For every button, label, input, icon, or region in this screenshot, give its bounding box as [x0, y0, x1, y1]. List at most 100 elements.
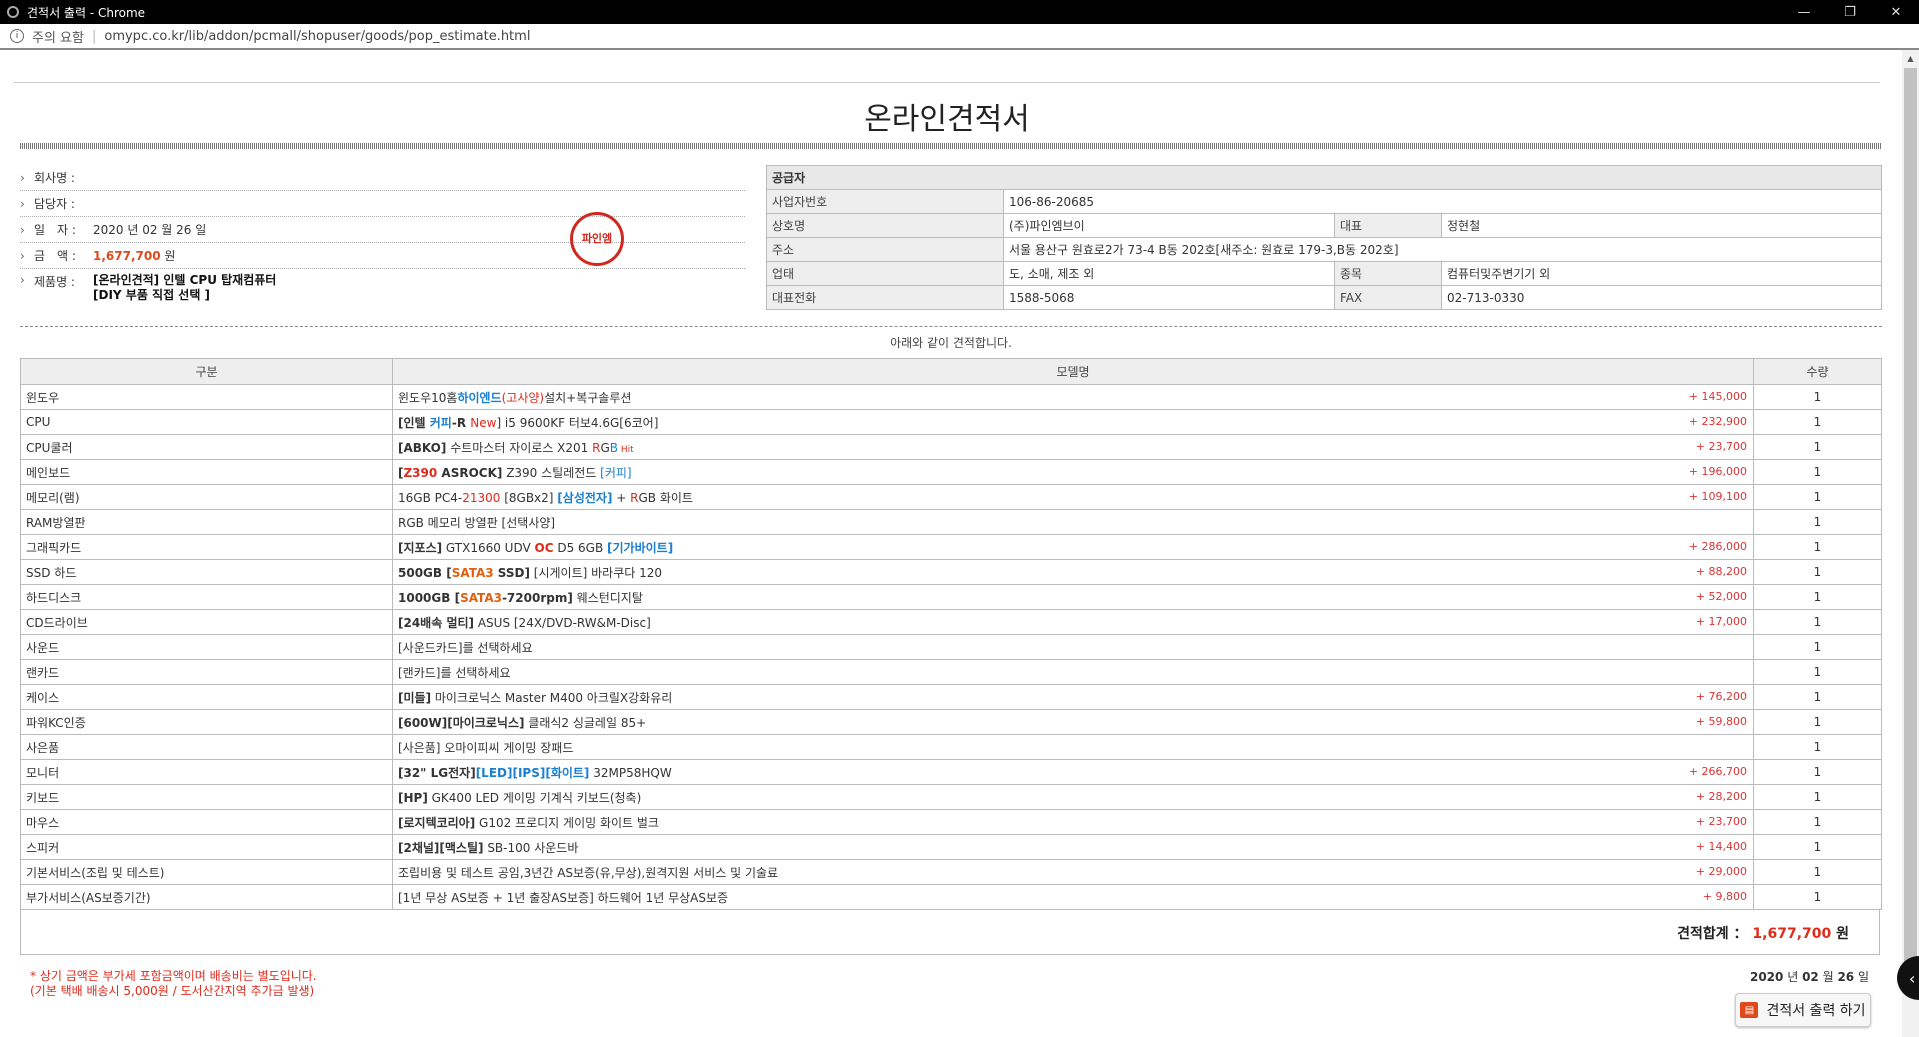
scroll-up-icon[interactable]: ▲ [1902, 50, 1919, 67]
product-label: 제품명 : [34, 275, 75, 289]
chevron-right-icon: › [20, 222, 25, 237]
item-category: 그래픽카드 [20, 534, 393, 560]
item-qty: 1 [1753, 759, 1882, 785]
item-qty: 1 [1753, 634, 1882, 660]
table-row: CPU쿨러 [ABKO] 수트마스터 자이로스 X201 RGB Hit + 23… [20, 434, 1882, 460]
estimate-total: 견적합계 ： 1,677,700 원 [1677, 923, 1849, 943]
supplier-table: 공급자 사업자번호 106-86-20685 상호명 (주)파인엠브이 대표 정… [766, 165, 1882, 310]
item-category: CPU [20, 409, 393, 435]
amount-label: 금 액 : [34, 249, 76, 263]
table-row: CD드라이브 [24배속 멀티] ASUS [24X/DVD-RW&M-Disc… [20, 609, 1882, 635]
item-price: + 59,800 [1695, 715, 1747, 728]
table-row: 그래픽카드 [지포스] GTX1660 UDV OC D5 6GB [기가바이트… [20, 534, 1882, 560]
product-row: › 제품명 : [온라인견적] 인텔 CPU 탑재컴퓨터 [DIY 부품 직접 선… [20, 269, 745, 311]
manager-label: 담당자 : [34, 197, 75, 211]
item-model: RGB 메모리 방열판 [선택사양] [392, 509, 1754, 535]
amount-row: › 금 액 : 1,677,700 원 [20, 243, 745, 269]
item-qty: 1 [1753, 384, 1882, 410]
notice-text: * 상기 금액은 부가세 포함금액이며 배송비는 별도입니다. (기본 택배 배… [30, 969, 317, 999]
item-price: + 232,900 [1688, 415, 1747, 428]
item-price: + 9,800 [1702, 890, 1747, 903]
name-label: 상호명 [766, 213, 1004, 238]
url-text[interactable]: omypc.co.kr/lib/addon/pcmall/shopuser/go… [104, 29, 530, 44]
item-qty: 1 [1753, 609, 1882, 635]
item-model: 16GB PC4-21300 [8GBx2] [삼성전자] + RGB 화이트 +… [392, 484, 1754, 510]
table-row: 사은품 [사은품] 오마이피씨 게이밍 장패드 1 [20, 734, 1882, 760]
item-category: 메인보드 [20, 459, 393, 485]
address-value: 서울 용산구 원효로2가 73-4 B동 202호[새주소: 원효로 179-3… [1003, 237, 1882, 262]
print-button-label: 견적서 출력 하기 [1766, 1003, 1866, 1019]
section-divider [20, 326, 1882, 327]
item-qty: 1 [1753, 434, 1882, 460]
item-category: 키보드 [20, 784, 393, 810]
ceo-label: 대표 [1334, 213, 1442, 238]
chevron-right-icon: › [20, 170, 25, 185]
item-category: SSD 하드 [20, 559, 393, 585]
item-qty: 1 [1753, 709, 1882, 735]
item-category: 케이스 [20, 684, 393, 710]
table-row: 모니터 [32" LG전자][LED][IPS][화이트] 32MP58HQW +… [20, 759, 1882, 785]
security-warning[interactable]: 주의 요함 [32, 27, 84, 46]
table-row: 메인보드 [Z390 ASROCK] Z390 스틸레전드 [커피] + 196,… [20, 459, 1882, 485]
item-qty: 1 [1753, 809, 1882, 835]
print-estimate-button[interactable]: ▤ 견적서 출력 하기 [1735, 993, 1871, 1027]
table-row: 사운드 [사운드카드]를 선택하세요 1 [20, 634, 1882, 660]
manager-row: › 담당자 : [20, 191, 745, 217]
restore-icon[interactable]: ❐ [1827, 0, 1873, 24]
item-category: 사운드 [20, 634, 393, 660]
table-row: 키보드 [HP] GK400 LED 게이밍 기계식 키보드(청축) + 28,2… [20, 784, 1882, 810]
category-header: 구분 [20, 358, 393, 385]
table-row: 메모리(램) 16GB PC4-21300 [8GBx2] [삼성전자] + R… [20, 484, 1882, 510]
top-divider [14, 82, 1880, 83]
chrome-icon [7, 6, 19, 18]
item-qty: 1 [1753, 559, 1882, 585]
item-model: [인텔 커피-R New] i5 9600KF 터보4.6G[6코어] + 232… [392, 409, 1754, 435]
item-model: [600W][마이크로닉스] 클래식2 싱글레일 85+ + 59,800 [392, 709, 1754, 735]
window-titlebar: 견적서 출력 - Chrome — ❐ ✕ [0, 0, 1919, 24]
item-price: + 28,200 [1695, 790, 1747, 803]
address-bar[interactable]: i 주의 요함 | omypc.co.kr/lib/addon/pcmall/s… [0, 24, 1919, 50]
item-price: + 23,700 [1695, 440, 1747, 453]
company-row: › 회사명 : [20, 165, 745, 191]
notice-line-1: * 상기 금액은 부가세 포함금액이며 배송비는 별도입니다. [30, 969, 317, 983]
biz-kind-label: 종목 [1334, 261, 1442, 286]
item-price: + 29,000 [1695, 865, 1747, 878]
item-model: [지포스] GTX1660 UDV OC D5 6GB [기가바이트] + 286… [392, 534, 1754, 560]
item-category: 윈도우 [20, 384, 393, 410]
item-category: 스피커 [20, 834, 393, 860]
info-icon[interactable]: i [10, 29, 24, 43]
ceo-value: 정현철 [1441, 213, 1882, 238]
table-row: 랜카드 [랜카드]를 선택하세요 1 [20, 659, 1882, 685]
item-qty: 1 [1753, 859, 1882, 885]
item-model: 1000GB [SATA3-7200rpm] 웨스턴디지탈 + 52,000 [392, 584, 1754, 610]
item-price: + 14,400 [1695, 840, 1747, 853]
scrollbar-thumb[interactable] [1904, 68, 1917, 968]
qty-header: 수량 [1753, 358, 1882, 385]
item-model: [32" LG전자][LED][IPS][화이트] 32MP58HQW + 266… [392, 759, 1754, 785]
table-row: 하드디스크 1000GB [SATA3-7200rpm] 웨스턴디지탈 + 52,… [20, 584, 1882, 610]
supplier-header: 공급자 [766, 165, 1882, 190]
side-toggle-icon[interactable]: ‹ [1897, 956, 1919, 1000]
item-category: 모니터 [20, 759, 393, 785]
amount-unit: 원 [164, 249, 176, 263]
biz-kind-value: 컴퓨터및주변기기 외 [1441, 261, 1882, 286]
amount-value: 1,677,700 [93, 249, 161, 263]
footer-date: 2020 년 02 월 26 일 [1749, 970, 1869, 984]
item-model: [ABKO] 수트마스터 자이로스 X201 RGB Hit + 23,700 [392, 434, 1754, 460]
item-price: + 88,200 [1695, 565, 1747, 578]
item-model: 윈도우10홈하이엔드(고사양)설치+복구솔루션 + 145,000 [392, 384, 1754, 410]
vertical-scrollbar[interactable]: ▲ [1902, 50, 1919, 1037]
close-icon[interactable]: ✕ [1873, 0, 1919, 24]
item-category: 하드디스크 [20, 584, 393, 610]
table-row: 마우스 [로지텍코리아] G102 프로디지 게이밍 화이트 벌크 + 23,70… [20, 809, 1882, 835]
client-info: › 회사명 : › 담당자 : › 일 자 : 2020 년 02 월 26 일… [20, 165, 745, 311]
item-model: [HP] GK400 LED 게이밍 기계식 키보드(청축) + 28,200 [392, 784, 1754, 810]
item-model: [Z390 ASROCK] Z390 스틸레전드 [커피] + 196,000 [392, 459, 1754, 485]
table-row: 케이스 [미들] 마이크로닉스 Master M400 아크릴X강화유리 + 76… [20, 684, 1882, 710]
item-qty: 1 [1753, 509, 1882, 535]
table-row: 스피커 [2채널][맥스틸] SB-100 사운드바 + 14,400 1 [20, 834, 1882, 860]
fax-value: 02-713-0330 [1441, 285, 1882, 310]
minimize-icon[interactable]: — [1781, 0, 1827, 24]
date-value: 2020 년 02 월 26 일 [93, 223, 207, 237]
item-qty: 1 [1753, 784, 1882, 810]
